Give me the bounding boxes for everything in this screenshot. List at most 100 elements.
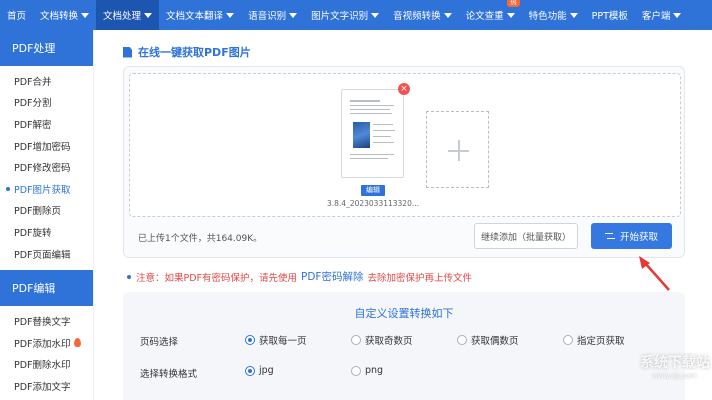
sidebar-item-pdf-rotate[interactable]: PDF旋转 xyxy=(0,221,93,243)
page-selection-label: 页码选择 xyxy=(140,337,179,348)
thumbnail-text-line xyxy=(373,142,394,143)
chevron-down-icon xyxy=(673,12,682,18)
chevron-down-icon xyxy=(569,12,578,18)
chevron-down-icon xyxy=(144,12,153,18)
radio-label: 获取奇数页 xyxy=(365,336,413,347)
sidebar-item-pdf-add-password[interactable]: PDF增加密码 xyxy=(0,135,93,157)
file-name: 3.8.4_2023033113320... xyxy=(326,199,420,208)
sidebar-item-pdf-change-password[interactable]: PDF修改密码 xyxy=(0,156,93,178)
thumbnail-text-line xyxy=(350,100,380,102)
radio-label: 指定页获取 xyxy=(577,336,625,347)
site-watermark: 系统下载站 xyxy=(640,355,710,371)
chevron-down-icon xyxy=(226,12,235,18)
file-thumbnail[interactable] xyxy=(341,89,404,178)
nav-paper-check[interactable]: 论文查重热 xyxy=(459,0,522,30)
swap-icon xyxy=(604,232,615,241)
chevron-down-icon xyxy=(289,12,298,18)
start-extract-button[interactable]: 开始获取 xyxy=(591,223,672,249)
thumbnail-text-line xyxy=(350,113,392,114)
bullet-icon xyxy=(127,274,131,279)
radio-icon xyxy=(245,365,255,376)
sidebar-item-pdf-split[interactable]: PDF分割 xyxy=(0,92,93,114)
thumbnail-text-line xyxy=(373,130,395,131)
upload-panel: × 编辑 3.8.4_2023033113320... 已上传1个文件，共164… xyxy=(123,66,685,258)
pdf-decrypt-link[interactable]: PDF密码解除 xyxy=(301,269,363,284)
radio-label: jpg xyxy=(259,365,274,376)
sidebar-item-label: PDF添加水印 xyxy=(14,338,71,350)
radio-icon xyxy=(457,335,467,345)
start-extract-label: 开始获取 xyxy=(619,232,658,243)
radio-specific-pages[interactable]: 指定页获取 xyxy=(563,333,625,347)
nav-home[interactable]: 首页 xyxy=(0,0,33,30)
radio-icon xyxy=(351,335,361,345)
thumbnail-text-line xyxy=(373,136,391,137)
sidebar-section-title: PDF处理 xyxy=(0,30,93,66)
settings-panel: 自定义设置转换如下 页码选择 获取每一页 获取奇数页 获取偶数页 指定页获取 选… xyxy=(123,292,685,400)
close-icon[interactable]: × xyxy=(398,83,410,95)
nav-features[interactable]: 特色功能 xyxy=(522,0,585,30)
edit-file-button[interactable]: 编辑 xyxy=(361,185,385,196)
thumbnail-text-line xyxy=(373,124,393,125)
nav-doc-convert[interactable]: 文档转换 xyxy=(33,0,96,30)
arrow-annotation xyxy=(639,256,670,291)
radio-even-pages[interactable]: 获取偶数页 xyxy=(457,333,519,347)
add-file-button[interactable] xyxy=(426,111,489,188)
file-drop-area[interactable]: × 编辑 3.8.4_2023033113320... xyxy=(129,73,681,217)
thumbnail-text-line xyxy=(350,109,390,110)
sidebar-item-pdf-merge[interactable]: PDF合并 xyxy=(0,70,93,92)
password-note: 注意：如果PDF有密码保护，请先使用 PDF密码解除 去除加密保护再上传文件 xyxy=(127,269,472,284)
radio-every-page[interactable]: 获取每一页 xyxy=(245,333,307,347)
continue-add-button[interactable]: 继续添加（批量获取） xyxy=(474,223,578,249)
chevron-down-icon xyxy=(81,12,90,18)
page-title: 在线一键获取PDF图片 xyxy=(123,44,251,60)
page-selection-row: 页码选择 获取每一页 获取奇数页 获取偶数页 指定页获取 xyxy=(123,332,685,348)
top-navigation: 首页 文档转换 文档处理 文档文本翻译 语音识别 图片文字识别 音视频转换 论文… xyxy=(0,0,712,30)
site-watermark-url: www.xp.com xyxy=(652,372,697,380)
hot-badge: 热 xyxy=(507,0,520,7)
radio-label: 获取每一页 xyxy=(259,336,307,347)
radio-icon xyxy=(563,335,573,345)
sidebar-item-pdf-image-extract[interactable]: PDF图片获取 xyxy=(0,178,93,200)
sidebar-section-title: PDF编辑 xyxy=(0,270,93,307)
main-content: 在线一键获取PDF图片 × 编辑 3.8.4_2023033113320... xyxy=(95,30,712,400)
plus-icon xyxy=(458,140,460,161)
format-selection-label: 选择转换格式 xyxy=(140,369,198,380)
sidebar-item-pdf-replace-text[interactable]: PDF替换文字 xyxy=(0,310,93,332)
note-suffix: 去除加密保护再上传文件 xyxy=(367,272,472,284)
nav-client[interactable]: 客户端 xyxy=(635,0,689,30)
nav-ppt-templates[interactable]: PPT模板 xyxy=(585,0,635,30)
sidebar-item-pdf-remove-watermark[interactable]: PDF删除水印 xyxy=(0,354,93,376)
sidebar-item-pdf-page-edit[interactable]: PDF页面编辑 xyxy=(0,243,93,265)
settings-title: 自定义设置转换如下 xyxy=(354,307,454,320)
radio-jpg[interactable]: jpg xyxy=(245,365,274,376)
chevron-down-icon xyxy=(506,12,515,18)
chevron-down-icon xyxy=(443,12,452,18)
document-icon xyxy=(123,46,132,58)
fire-icon xyxy=(73,338,81,348)
sidebar-item-pdf-delete-page[interactable]: PDF删除页 xyxy=(0,200,93,222)
sidebar-item-pdf-add-watermark[interactable]: PDF添加水印 xyxy=(0,332,93,354)
thumbnail-text-line xyxy=(350,105,394,106)
sidebar-item-pdf-add-text[interactable]: PDF添加文字 xyxy=(0,375,93,397)
thumbnail-image xyxy=(353,122,370,148)
radio-odd-pages[interactable]: 获取奇数页 xyxy=(351,333,413,347)
page-title-text: 在线一键获取PDF图片 xyxy=(138,46,251,59)
thumbnail-text-line xyxy=(350,158,388,159)
note-prefix: 注意：如果PDF有密码保护，请先使用 xyxy=(136,272,298,284)
nav-doc-process[interactable]: 文档处理 xyxy=(96,0,160,30)
arrow-line xyxy=(644,262,670,291)
nav-doc-translate[interactable]: 文档文本翻译 xyxy=(159,0,241,30)
radio-icon xyxy=(351,365,361,376)
sidebar: PDF处理 PDF合并 PDF分割 PDF解密 PDF增加密码 PDF修改密码 … xyxy=(0,30,94,400)
format-selection-row: 选择转换格式 jpg png xyxy=(123,364,685,380)
radio-label: 获取偶数页 xyxy=(471,336,519,347)
radio-png[interactable]: png xyxy=(351,365,383,376)
nav-av-convert[interactable]: 音视频转换 xyxy=(386,0,459,30)
chevron-down-icon xyxy=(371,12,380,18)
sidebar-item-pdf-decrypt[interactable]: PDF解密 xyxy=(0,113,93,135)
nav-speech-recognition[interactable]: 语音识别 xyxy=(241,0,304,30)
radio-label: png xyxy=(365,365,384,376)
radio-icon xyxy=(245,335,255,345)
nav-image-ocr[interactable]: 图片文字识别 xyxy=(304,0,386,30)
upload-status: 已上传1个文件，共164.09K。 xyxy=(138,234,263,244)
